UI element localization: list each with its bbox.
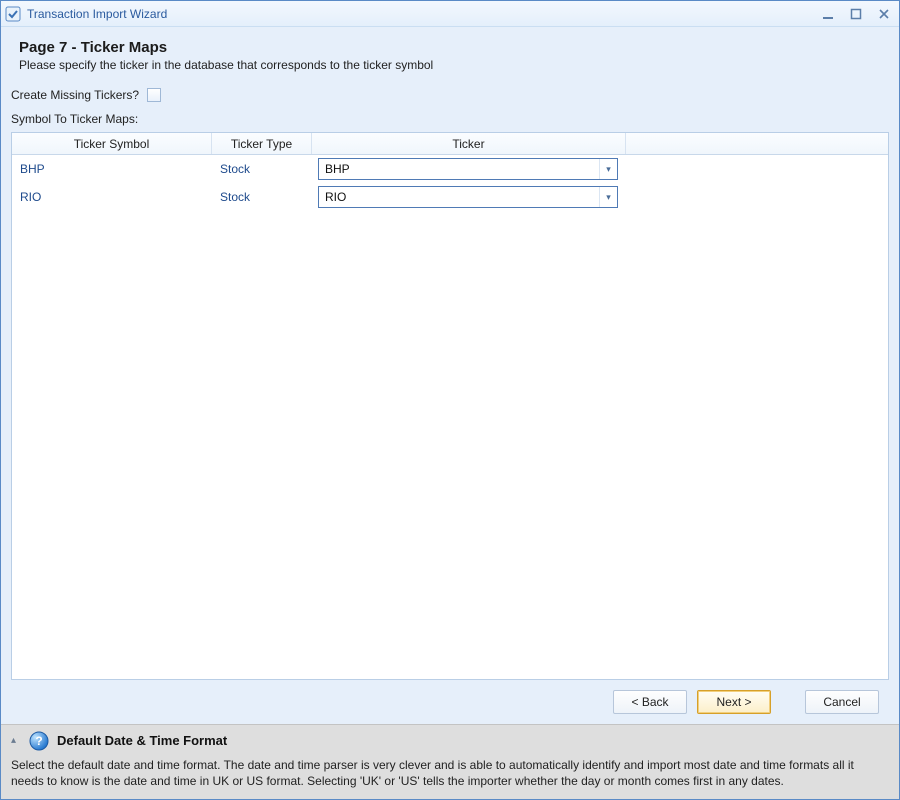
col-header-symbol[interactable]: Ticker Symbol (12, 133, 212, 154)
close-button[interactable] (875, 5, 893, 23)
minimize-button[interactable] (819, 5, 837, 23)
cell-type: Stock (212, 162, 312, 176)
table-row: RIO Stock RIO ▾ (12, 183, 888, 211)
wizard-button-bar: < Back Next > Cancel (11, 680, 889, 724)
app-icon (5, 6, 21, 22)
next-button[interactable]: Next > (697, 690, 771, 714)
collapse-toggle-icon[interactable]: ▴ (11, 735, 21, 746)
create-missing-row: Create Missing Tickers? (11, 86, 889, 112)
page-subtitle: Please specify the ticker in the databas… (19, 58, 881, 72)
wizard-header: Page 7 - Ticker Maps Please specify the … (1, 27, 899, 80)
maximize-button[interactable] (847, 5, 865, 23)
ticker-select-value: BHP (319, 162, 599, 176)
grid-body: BHP Stock BHP ▾ RIO Stock RIO ▾ (12, 155, 888, 679)
help-icon: ? (29, 731, 49, 751)
help-title: Default Date & Time Format (57, 733, 227, 748)
cancel-button[interactable]: Cancel (805, 690, 879, 714)
col-header-ticker[interactable]: Ticker (312, 133, 626, 154)
create-missing-label: Create Missing Tickers? (11, 88, 139, 102)
grid-header: Ticker Symbol Ticker Type Ticker (12, 133, 888, 155)
symbol-maps-label: Symbol To Ticker Maps: (11, 112, 889, 126)
ticker-select[interactable]: RIO ▾ (318, 186, 618, 208)
chevron-down-icon: ▾ (599, 187, 617, 207)
svg-text:?: ? (35, 734, 42, 748)
col-header-spacer (626, 133, 888, 154)
back-button[interactable]: < Back (613, 690, 687, 714)
col-header-type[interactable]: Ticker Type (212, 133, 312, 154)
table-row: BHP Stock BHP ▾ (12, 155, 888, 183)
help-panel: ▴ ? Default Date & Time Format Select th… (1, 724, 899, 799)
titlebar: Transaction Import Wizard (1, 1, 899, 27)
cell-symbol: RIO (12, 190, 212, 204)
cell-symbol: BHP (12, 162, 212, 176)
ticker-select[interactable]: BHP ▾ (318, 158, 618, 180)
help-body: Select the default date and time format.… (11, 757, 889, 789)
form-area: Create Missing Tickers? Symbol To Ticker… (1, 80, 899, 724)
ticker-select-value: RIO (319, 190, 599, 204)
page-title: Page 7 - Ticker Maps (19, 39, 881, 56)
wizard-window: Transaction Import Wizard Page 7 - Ticke… (0, 0, 900, 800)
window-title: Transaction Import Wizard (27, 7, 819, 21)
help-title-row: ▴ ? Default Date & Time Format (11, 731, 889, 751)
ticker-maps-grid: Ticker Symbol Ticker Type Ticker BHP Sto… (11, 132, 889, 680)
cell-type: Stock (212, 190, 312, 204)
chevron-down-icon: ▾ (599, 159, 617, 179)
create-missing-checkbox[interactable] (147, 88, 161, 102)
